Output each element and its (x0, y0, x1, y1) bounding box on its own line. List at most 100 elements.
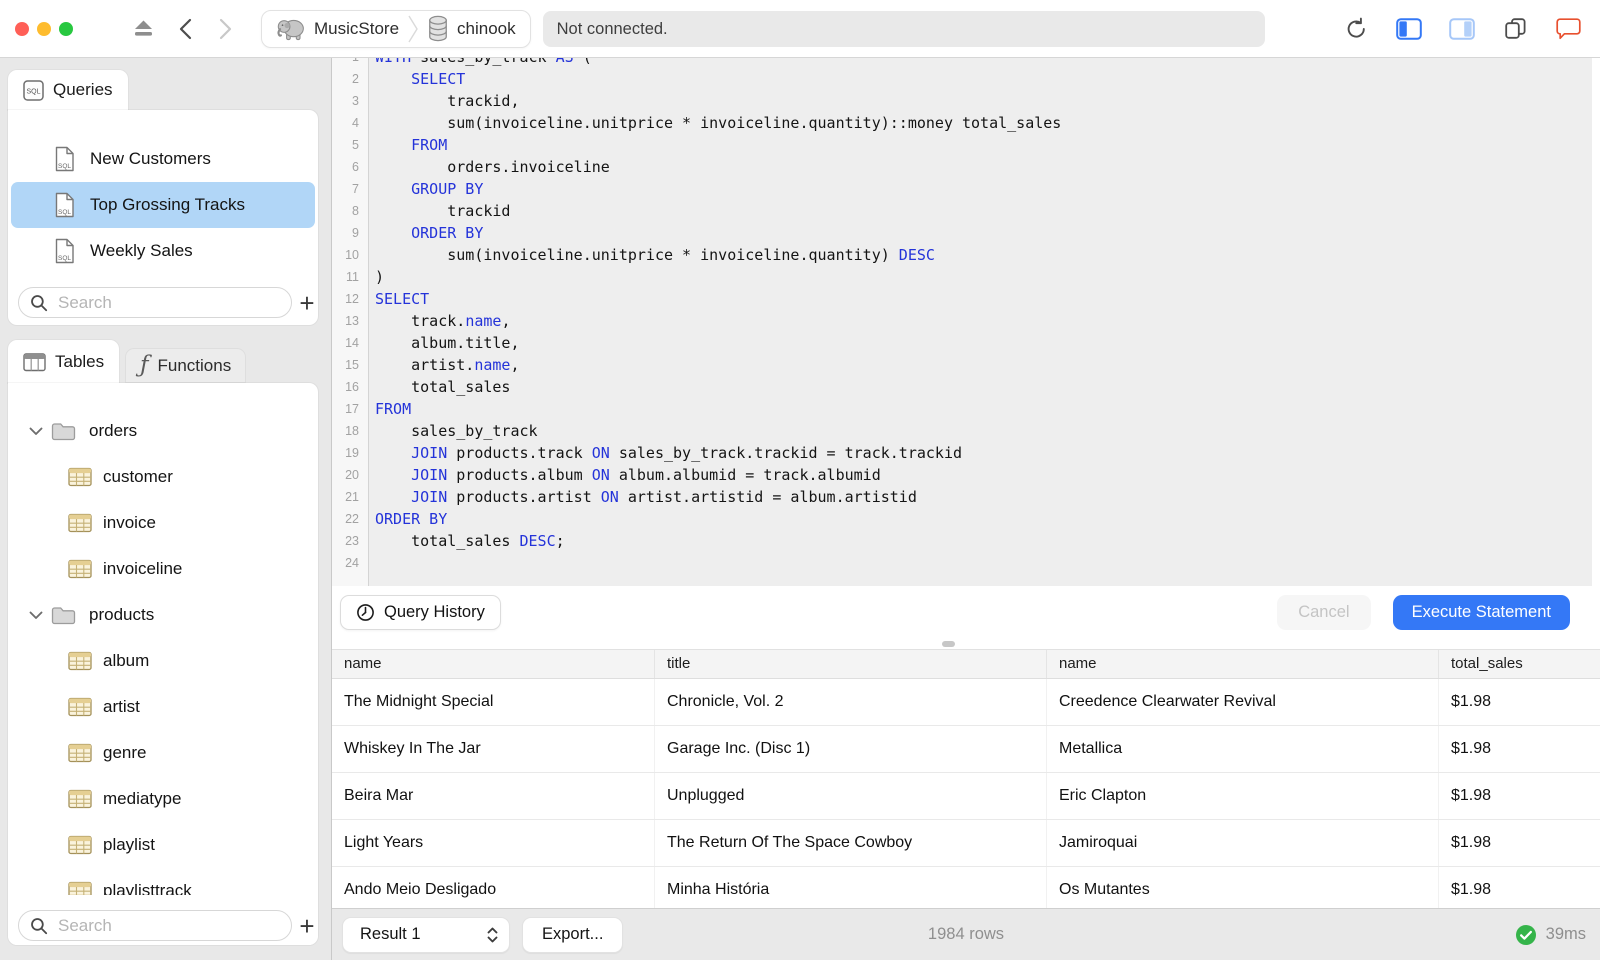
line-number: 15 (345, 358, 359, 372)
result-cell[interactable]: Eric Clapton (1047, 773, 1439, 819)
tree-folder-row[interactable]: orders (8, 408, 318, 454)
result-cell[interactable]: Jamiroquai (1047, 820, 1439, 866)
result-selector[interactable]: Result 1 (342, 916, 510, 953)
breadcrumb-database[interactable]: chinook (427, 15, 516, 42)
results-table: The Midnight Special Chronicle, Vol. 2 Cre… (332, 679, 1600, 908)
result-cell[interactable]: Ando Meio Desligado (332, 867, 655, 908)
query-list-item[interactable]: SQL Top Grossing Tracks (11, 182, 315, 228)
folder-label: products (89, 605, 155, 624)
minimize-button[interactable] (37, 21, 51, 36)
table-row[interactable]: The Midnight Special Chronicle, Vol. 2 Cre… (332, 679, 1600, 726)
column-header[interactable]: total_sales (1439, 650, 1600, 678)
cancel-button[interactable]: Cancel (1277, 594, 1371, 630)
breadcrumb-server[interactable]: MusicStore (276, 16, 399, 42)
result-cell[interactable]: Creedence Clearwater Revival (1047, 679, 1439, 725)
table-row[interactable]: Light Years The Return Of The Space Cowbo… (332, 820, 1600, 867)
result-cell[interactable]: Metallica (1047, 726, 1439, 772)
queries-tab[interactable]: SQL Queries (8, 70, 128, 110)
tables-tab[interactable]: Tables (8, 340, 120, 383)
result-cell[interactable]: Whiskey In The Jar (332, 726, 655, 772)
tab-overview-button[interactable] (1501, 15, 1529, 43)
tree-table-item[interactable]: playlist (8, 822, 318, 868)
execute-statement-button[interactable]: Execute Statement (1392, 594, 1570, 630)
toggle-right-sidebar-button[interactable] (1448, 15, 1476, 43)
result-cell[interactable]: Unplugged (655, 773, 1047, 819)
code-line: 17 FROM (332, 398, 1592, 420)
table-item-label: artist (103, 697, 140, 716)
query-item-label: Top Grossing Tracks (90, 195, 245, 214)
chevron-down-icon (29, 427, 43, 436)
line-number: 18 (345, 424, 359, 438)
sql-editor[interactable]: 1 WITH sales_by_track AS ( 2 SELECT 3 tr… (332, 58, 1600, 586)
code-line: 4 sum(invoiceline.unitprice * invoicelin… (332, 112, 1592, 134)
toggle-left-sidebar-button[interactable] (1395, 15, 1423, 43)
code-line: 1 WITH sales_by_track AS ( (332, 58, 1592, 68)
forward-button[interactable] (211, 15, 239, 43)
code-line: 12 SELECT (332, 288, 1592, 310)
chevron-left-icon (179, 18, 192, 40)
zoom-button[interactable] (59, 21, 73, 36)
line-number: 10 (345, 248, 359, 262)
line-number: 14 (345, 336, 359, 350)
back-button[interactable] (171, 15, 199, 43)
line-number: 17 (345, 402, 359, 416)
editor-scrollbar-track[interactable] (1592, 58, 1600, 586)
search-icon (30, 294, 48, 312)
export-button[interactable]: Export... (522, 916, 624, 953)
result-cell[interactable]: Beira Mar (332, 773, 655, 819)
queries-search-input[interactable] (56, 291, 281, 314)
refresh-icon (1345, 17, 1368, 41)
functions-tab[interactable]: ƒ Functions (125, 348, 247, 383)
table-row[interactable]: Beira Mar Unplugged Eric Clapton $1.98 (332, 773, 1600, 820)
result-cell[interactable]: $1.98 (1439, 726, 1600, 772)
close-button[interactable] (15, 21, 29, 36)
code-text: trackid (375, 202, 511, 220)
table-grid-icon (68, 559, 92, 579)
tree-table-item[interactable]: artist (8, 684, 318, 730)
line-number: 20 (345, 468, 359, 482)
tables-search-input[interactable] (56, 914, 281, 937)
table-item-label: customer (103, 467, 173, 486)
feedback-button[interactable] (1554, 15, 1582, 43)
code-text: ) (375, 268, 385, 286)
line-number: 8 (352, 204, 359, 218)
result-cell[interactable]: The Return Of The Space Cowboy (655, 820, 1047, 866)
result-cell[interactable]: Light Years (332, 820, 655, 866)
query-list-item[interactable]: SQL Weekly Sales (8, 228, 318, 274)
tree-table-item[interactable]: mediatype (8, 776, 318, 822)
tree-table-item[interactable]: customer (8, 454, 318, 500)
result-cell[interactable]: Os Mutantes (1047, 867, 1439, 908)
result-cell[interactable]: The Midnight Special (332, 679, 655, 725)
splitter[interactable] (332, 638, 1600, 649)
result-cell[interactable]: $1.98 (1439, 773, 1600, 819)
table-row[interactable]: Whiskey In The Jar Garage Inc. (Disc 1) Me… (332, 726, 1600, 773)
table-grid-icon (68, 789, 92, 809)
table-row[interactable]: Ando Meio Desligado Minha História Os Muta… (332, 867, 1600, 908)
column-header[interactable]: name (1047, 650, 1439, 678)
add-table-button[interactable]: + (292, 911, 318, 941)
query-history-button[interactable]: Query History (340, 594, 501, 630)
add-query-button[interactable]: + (292, 288, 322, 318)
tree-folder-row[interactable]: products (8, 592, 318, 638)
tree-table-item[interactable]: invoice (8, 500, 318, 546)
result-cell[interactable]: $1.98 (1439, 820, 1600, 866)
line-number: 11 (346, 270, 359, 284)
tree-table-item[interactable]: album (8, 638, 318, 684)
eject-button[interactable] (129, 15, 157, 43)
result-cell[interactable]: Minha História (655, 867, 1047, 908)
table-item-label: invoice (103, 513, 156, 532)
splitter-handle-icon[interactable] (942, 641, 955, 647)
editor-actions-bar: Query History Cancel Execute Statement (332, 586, 1600, 638)
tree-table-item[interactable]: invoiceline (8, 546, 318, 592)
tree-table-item[interactable]: genre (8, 730, 318, 776)
result-cell[interactable]: Chronicle, Vol. 2 (655, 679, 1047, 725)
result-cell[interactable]: Garage Inc. (Disc 1) (655, 726, 1047, 772)
result-cell[interactable]: $1.98 (1439, 679, 1600, 725)
column-header[interactable]: title (655, 650, 1047, 678)
sidebar: SQL Queries SQL New Customers SQL Top Gr… (0, 58, 332, 960)
query-item-label: New Customers (90, 149, 211, 168)
result-cell[interactable]: $1.98 (1439, 867, 1600, 908)
query-list-item[interactable]: SQL New Customers (8, 136, 318, 182)
refresh-button[interactable] (1342, 15, 1370, 43)
column-header[interactable]: name (332, 650, 655, 678)
